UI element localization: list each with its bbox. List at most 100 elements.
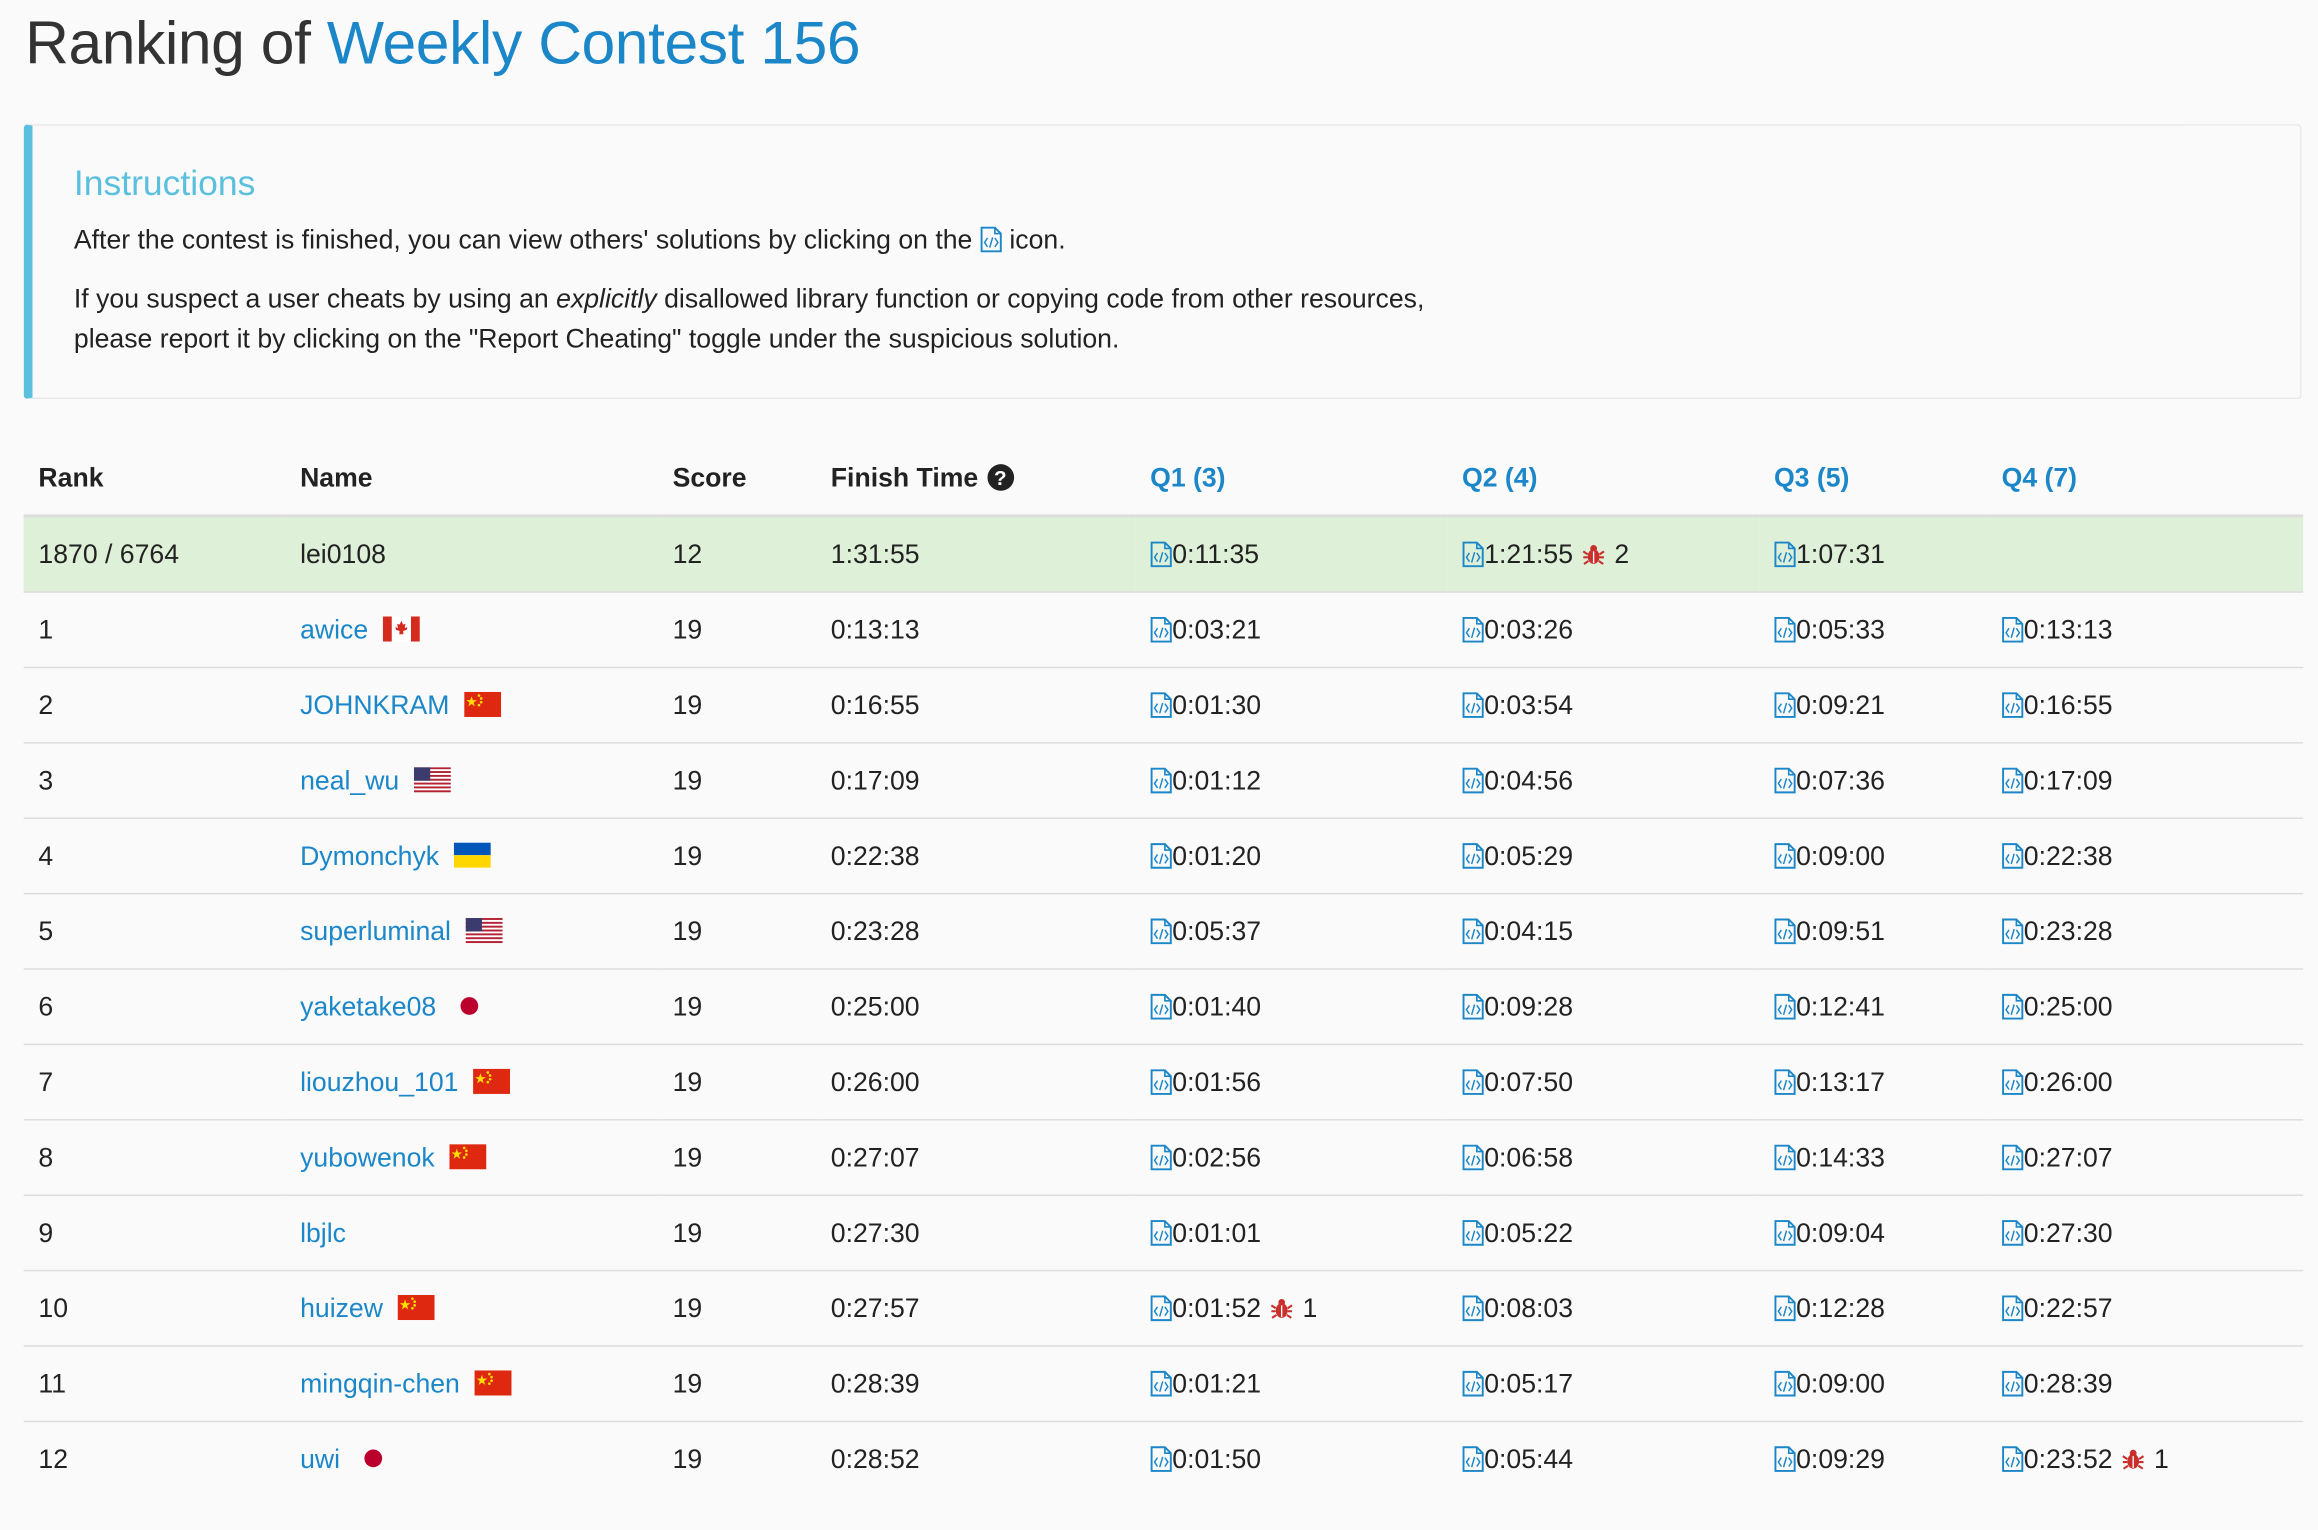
solve-time: 0:05:22 bbox=[1484, 1217, 1574, 1247]
view-solution-icon[interactable] bbox=[1774, 1143, 1796, 1170]
rank-cell: 9 bbox=[23, 1194, 286, 1271]
view-solution-icon[interactable] bbox=[2002, 1143, 2024, 1170]
user-link[interactable]: Dymonchyk bbox=[300, 840, 439, 870]
view-solution-icon[interactable] bbox=[1462, 616, 1484, 643]
solve-time: 0:05:44 bbox=[1484, 1443, 1574, 1474]
user-link[interactable]: mingqin-chen bbox=[300, 1368, 460, 1398]
user-link[interactable]: lbjlc bbox=[300, 1217, 346, 1247]
finish-time-cell: 0:26:00 bbox=[816, 1043, 1136, 1120]
user-link[interactable]: neal_wu bbox=[300, 765, 399, 795]
finish-time-cell: 0:25:00 bbox=[816, 968, 1136, 1045]
table-row: 10 huizew 19 0:27:57 0:01:52 1 0:08:03 0:12:28 0… bbox=[23, 1269, 2304, 1346]
user-link[interactable]: huizew bbox=[300, 1293, 383, 1323]
user-link[interactable]: awice bbox=[300, 614, 368, 644]
view-solution-icon[interactable] bbox=[1774, 993, 1796, 1020]
q2-cell: 0:06:58 bbox=[1447, 1119, 1760, 1196]
user-link[interactable]: superluminal bbox=[300, 916, 451, 946]
view-solution-icon[interactable] bbox=[1774, 766, 1796, 793]
user-link[interactable]: liouzhou_101 bbox=[300, 1067, 458, 1097]
instructions-title: Instructions bbox=[73, 164, 256, 205]
view-solution-icon[interactable] bbox=[1462, 1143, 1484, 1170]
contest-link[interactable]: Weekly Contest 156 bbox=[327, 9, 861, 77]
country-flag-icon bbox=[474, 1369, 512, 1395]
table-row: 8 yubowenok 19 0:27:07 0:02:56 0:06:58 0:14:33… bbox=[23, 1119, 2304, 1196]
view-solution-icon[interactable] bbox=[1462, 842, 1484, 869]
q1-cell: 0:11:35 bbox=[1135, 515, 1448, 593]
user-link[interactable]: JOHNKRAM bbox=[300, 690, 449, 720]
view-solution-icon[interactable] bbox=[1774, 1445, 1796, 1472]
user-link[interactable]: yubowenok bbox=[300, 1142, 435, 1172]
q1-cell: 0:05:37 bbox=[1135, 892, 1448, 970]
view-solution-icon[interactable] bbox=[2002, 616, 2024, 643]
table-row: 1 awice 19 0:13:13 0:03:21 0:03:26 0:05:33 0:13… bbox=[23, 591, 2304, 668]
q2-cell: 0:05:17 bbox=[1447, 1345, 1760, 1422]
view-solution-icon[interactable] bbox=[1774, 842, 1796, 869]
view-solution-icon[interactable] bbox=[1462, 1445, 1484, 1472]
view-solution-icon[interactable] bbox=[1774, 917, 1796, 944]
view-solution-icon[interactable] bbox=[1462, 917, 1484, 944]
solve-time: 0:05:37 bbox=[1172, 915, 1262, 946]
user-link[interactable]: yaketake08 bbox=[300, 991, 436, 1021]
view-solution-icon[interactable] bbox=[1774, 1068, 1796, 1095]
view-solution-icon[interactable] bbox=[1150, 1445, 1172, 1472]
view-solution-icon[interactable] bbox=[1774, 691, 1796, 718]
view-solution-icon[interactable] bbox=[1150, 691, 1172, 718]
header-q2[interactable]: Q2 (4) bbox=[1447, 440, 1760, 518]
view-solution-icon[interactable] bbox=[1774, 540, 1796, 567]
view-solution-icon[interactable] bbox=[2002, 1445, 2024, 1472]
header-q1[interactable]: Q1 (3) bbox=[1135, 440, 1448, 518]
view-solution-icon[interactable] bbox=[1150, 540, 1172, 567]
view-solution-icon[interactable] bbox=[2002, 1219, 2024, 1246]
view-solution-icon[interactable] bbox=[1462, 766, 1484, 793]
solve-time: 0:27:07 bbox=[2023, 1141, 2113, 1172]
view-solution-icon[interactable] bbox=[1150, 1370, 1172, 1397]
view-solution-icon[interactable] bbox=[1462, 1370, 1484, 1397]
user-link[interactable]: uwi bbox=[300, 1444, 340, 1474]
view-solution-icon[interactable] bbox=[1150, 1219, 1172, 1246]
rank-cell: 12 bbox=[23, 1420, 286, 1497]
solve-time: 0:05:17 bbox=[1484, 1368, 1574, 1398]
username: lei0108 bbox=[300, 538, 386, 569]
view-solution-icon[interactable] bbox=[1150, 766, 1172, 793]
country-flag-icon bbox=[465, 917, 503, 943]
solve-time: 0:04:56 bbox=[1484, 765, 1574, 795]
view-solution-icon[interactable] bbox=[2002, 1370, 2024, 1397]
view-solution-icon[interactable] bbox=[1150, 1143, 1172, 1170]
view-solution-icon[interactable] bbox=[2002, 1294, 2024, 1321]
view-solution-icon[interactable] bbox=[2002, 766, 2024, 793]
solve-time: 0:06:58 bbox=[1484, 1141, 1574, 1172]
view-solution-icon[interactable] bbox=[1462, 1068, 1484, 1095]
view-solution-icon[interactable] bbox=[1150, 616, 1172, 643]
view-solution-icon[interactable] bbox=[1150, 842, 1172, 869]
header-q4[interactable]: Q4 (7) bbox=[1986, 440, 2304, 518]
q1-cell: 0:02:56 bbox=[1135, 1119, 1448, 1196]
view-solution-icon[interactable] bbox=[1774, 1370, 1796, 1397]
solve-time: 0:01:56 bbox=[1172, 1066, 1262, 1097]
view-solution-icon[interactable] bbox=[1150, 993, 1172, 1020]
view-solution-icon[interactable] bbox=[2002, 691, 2024, 718]
view-solution-icon[interactable] bbox=[1462, 1219, 1484, 1246]
solve-time: 0:12:41 bbox=[1796, 991, 1885, 1021]
view-solution-icon[interactable] bbox=[2002, 993, 2024, 1020]
view-solution-icon[interactable] bbox=[1150, 1068, 1172, 1095]
view-solution-icon[interactable] bbox=[1774, 1294, 1796, 1321]
view-solution-icon[interactable] bbox=[1774, 616, 1796, 643]
question-circle-icon[interactable]: ? bbox=[987, 463, 1014, 491]
finish-time-cell: 0:17:09 bbox=[816, 742, 1136, 819]
view-solution-icon[interactable] bbox=[1150, 917, 1172, 944]
header-q3[interactable]: Q3 (5) bbox=[1759, 440, 1987, 518]
view-solution-icon[interactable] bbox=[2002, 842, 2024, 869]
solve-time: 0:13:17 bbox=[1796, 1066, 1885, 1097]
q4-cell: 0:17:09 bbox=[1986, 742, 2304, 819]
view-solution-icon[interactable] bbox=[1462, 993, 1484, 1020]
view-solution-icon[interactable] bbox=[2002, 917, 2024, 944]
q4-cell: 0:13:13 bbox=[1986, 591, 2304, 668]
view-solution-icon[interactable] bbox=[1462, 691, 1484, 718]
view-solution-icon[interactable] bbox=[1774, 1219, 1796, 1246]
view-solution-icon[interactable] bbox=[2002, 1068, 2024, 1095]
view-solution-icon[interactable] bbox=[1462, 1294, 1484, 1321]
q2-cell: 0:05:22 bbox=[1447, 1194, 1760, 1271]
view-solution-icon[interactable] bbox=[1150, 1294, 1172, 1321]
view-solution-icon[interactable] bbox=[1462, 540, 1484, 567]
solve-time: 0:16:55 bbox=[2023, 689, 2113, 720]
